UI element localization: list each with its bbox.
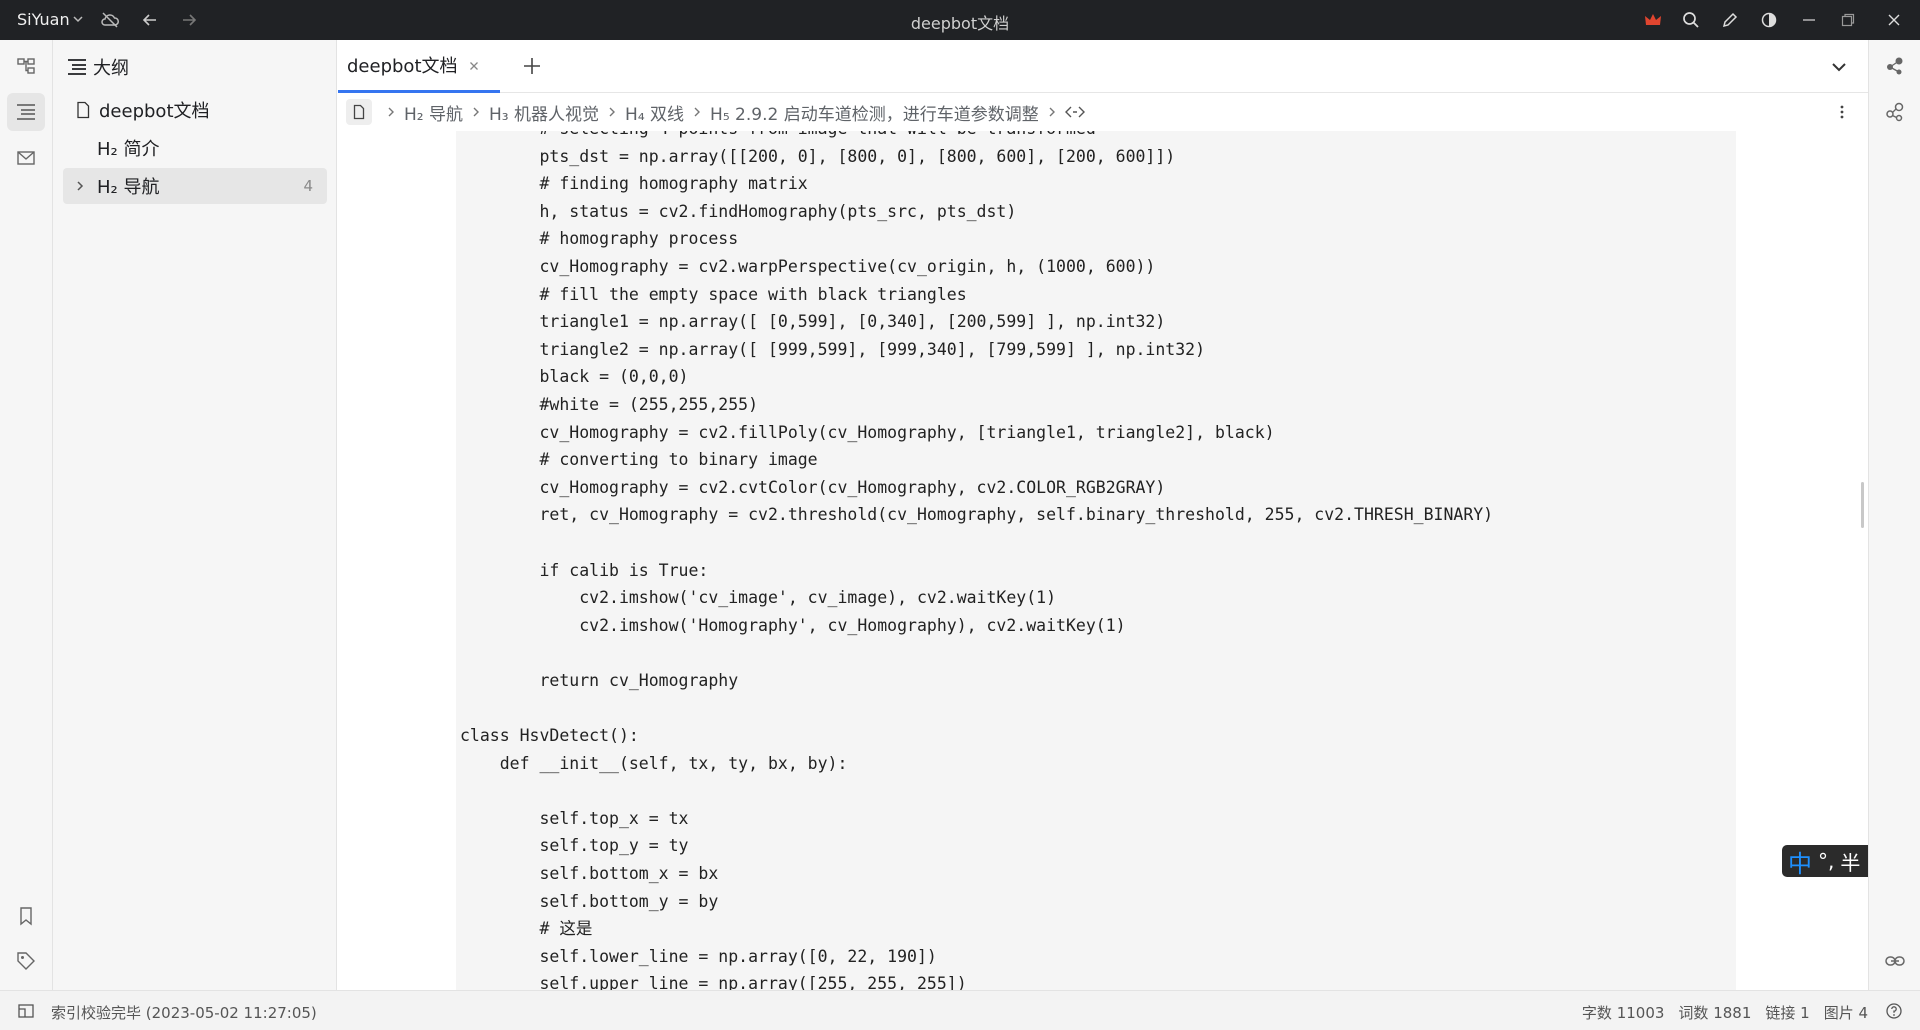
- back-arrow-icon[interactable]: [139, 9, 161, 31]
- graph-icon: [1887, 57, 1903, 75]
- breadcrumb-item-lane-detection[interactable]: H₅ 2.9.2 启动车道检测，进行车道参数调整: [710, 100, 1039, 125]
- outline-item-label: H₂ 导航: [97, 177, 160, 198]
- global-graph-button[interactable]: [1876, 93, 1914, 131]
- window-document-title: deepbot文档: [910, 14, 1010, 33]
- bookmark-icon: [20, 907, 32, 926]
- ime-punctuation[interactable]: °,: [1818, 849, 1834, 873]
- status-bar: 索引校验完毕 (2023-05-02 11:27:05) 字数 11003 词数…: [0, 990, 1920, 1030]
- ime-mode[interactable]: 中: [1788, 844, 1812, 879]
- outline-item-count: 4: [303, 177, 313, 195]
- chevron-right-icon: [471, 106, 481, 118]
- help-icon[interactable]: [1885, 1002, 1903, 1020]
- breadcrumb-item-dual-line[interactable]: H₄ 双线: [625, 100, 684, 125]
- ime-width[interactable]: 半: [1840, 847, 1860, 876]
- breadcrumb-item-navigation[interactable]: H₂ 导航: [404, 100, 463, 125]
- plus-icon: [524, 58, 540, 74]
- outline-panel: 大纲 deepbot文档 H₂ 简介 H₂ 导航 4: [53, 40, 337, 990]
- app-name-menu[interactable]: SiYuan: [17, 10, 70, 29]
- document-stats[interactable]: 字数 11003 词数 1881 链接 1 图片 4: [1582, 1002, 1868, 1023]
- tag-icon: [17, 952, 35, 970]
- edit-pencil-icon[interactable]: [1719, 9, 1741, 31]
- theme-mode-icon[interactable]: [1758, 9, 1780, 31]
- tag-button[interactable]: [7, 942, 45, 980]
- file-tree-button[interactable]: [7, 47, 45, 85]
- mail-icon: [17, 151, 35, 165]
- char-count: 字数 11003: [1581, 1004, 1665, 1022]
- outline-icon: [68, 59, 86, 75]
- word-count: 词数 1881: [1678, 1004, 1752, 1022]
- minimize-icon[interactable]: [1798, 9, 1820, 31]
- close-window-icon[interactable]: [1883, 9, 1905, 31]
- outline-item-label: deepbot文档: [99, 101, 210, 122]
- tab-deepbot-doc[interactable]: deepbot文档: [338, 40, 500, 93]
- outline-icon: [17, 104, 35, 120]
- more-options-button[interactable]: [1832, 102, 1852, 122]
- outline-item-navigation[interactable]: H₂ 导航 4: [63, 168, 327, 204]
- code-block[interactable]: # selecting 4 points from image that wil…: [456, 131, 1736, 990]
- chevron-down-icon: [1832, 63, 1846, 72]
- breadcrumb-document-button[interactable]: [346, 99, 372, 125]
- graph-view-button[interactable]: [1876, 47, 1914, 85]
- restore-icon[interactable]: [1837, 9, 1859, 31]
- code-content[interactable]: # selecting 4 points from image that wil…: [460, 131, 1493, 990]
- outline-header: 大纲: [67, 54, 129, 80]
- global-graph-icon: [1886, 102, 1904, 122]
- left-dock: [0, 40, 53, 990]
- chevron-right-icon: [692, 106, 702, 118]
- title-bar: SiYuan deepbot文档: [0, 0, 1920, 40]
- search-icon[interactable]: [1680, 9, 1702, 31]
- status-message: 索引校验完毕 (2023-05-02 11:27:05): [51, 1004, 317, 1022]
- chevron-right-icon: [1047, 106, 1057, 118]
- bookmark-button[interactable]: [7, 897, 45, 935]
- code-block-icon[interactable]: [1064, 105, 1085, 119]
- forward-arrow-icon[interactable]: [178, 9, 200, 31]
- chevron-right-icon: [386, 106, 396, 118]
- editor-scrollbar[interactable]: [1861, 482, 1864, 528]
- tab-close-button[interactable]: [466, 58, 482, 74]
- tab-list-button[interactable]: [1828, 56, 1850, 78]
- cloud-off-icon[interactable]: [99, 9, 121, 31]
- more-vertical-icon: [1840, 105, 1844, 119]
- new-tab-button[interactable]: [520, 54, 544, 78]
- outline-item-intro[interactable]: H₂ 简介: [63, 130, 327, 166]
- document-icon: [77, 101, 90, 119]
- breadcrumb-item-robot-vision[interactable]: H₃ 机器人视觉: [489, 100, 599, 125]
- close-icon: [470, 62, 478, 70]
- outline-button[interactable]: [7, 93, 45, 131]
- right-dock: [1868, 40, 1920, 990]
- link-icon: [1885, 956, 1905, 966]
- link-count: 链接 1: [1765, 1004, 1810, 1022]
- tab-label: deepbot文档: [347, 56, 458, 77]
- chevron-right-icon: [607, 106, 617, 118]
- image-count: 图片 4: [1823, 1004, 1868, 1022]
- dock-toggle-icon[interactable]: [17, 1002, 35, 1020]
- document-icon: [353, 104, 365, 120]
- outline-item-document[interactable]: deepbot文档: [63, 92, 327, 128]
- inbox-button[interactable]: [7, 139, 45, 177]
- outline-title: 大纲: [93, 58, 129, 79]
- outline-item-label: H₂ 简介: [97, 139, 160, 160]
- editor-area[interactable]: # selecting 4 points from image that wil…: [338, 131, 1868, 990]
- tab-bar: deepbot文档: [338, 40, 1868, 93]
- backlinks-button[interactable]: [1876, 942, 1914, 980]
- crown-icon[interactable]: [1642, 9, 1664, 31]
- breadcrumb: H₂ 导航 H₃ 机器人视觉 H₄ 双线 H₅ 2.9.2 启动车道检测，进行车…: [338, 93, 1868, 131]
- chevron-right-icon[interactable]: [73, 179, 87, 193]
- chevron-down-icon[interactable]: [71, 12, 85, 26]
- file-tree-icon: [17, 58, 35, 74]
